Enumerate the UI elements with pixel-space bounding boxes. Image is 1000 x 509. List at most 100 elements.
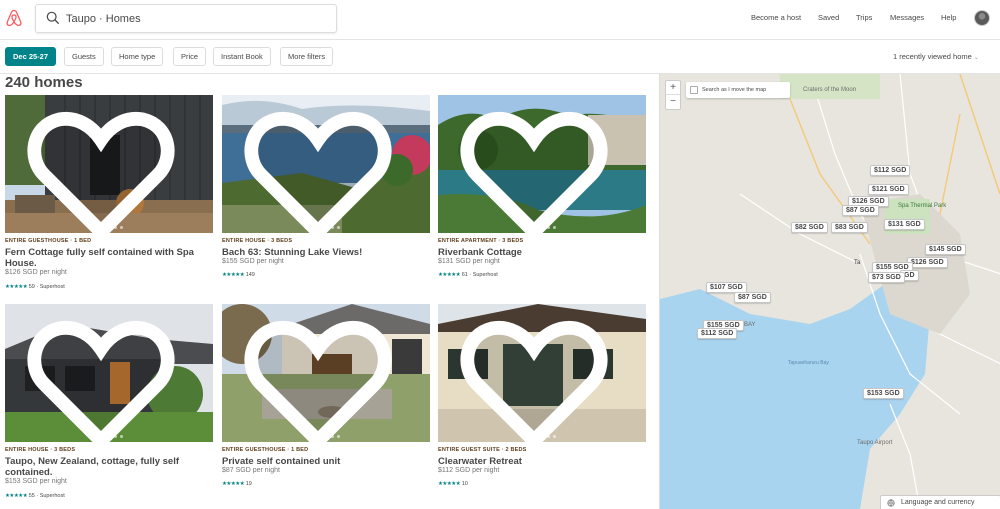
zoom-in-button[interactable]: + [666, 81, 680, 95]
listing-rating: ★★★★★ 59 · Superhost [5, 284, 65, 290]
photo-carousel-dots[interactable] [438, 435, 646, 438]
language-currency-label: Language and currency [901, 499, 975, 506]
price-pin[interactable]: $126 SGD [907, 257, 948, 268]
price-pin[interactable]: $153 SGD [863, 388, 904, 399]
listing-price: $112 SGD per night [438, 467, 499, 474]
language-currency-button[interactable]: Language and currency [880, 495, 1000, 509]
photo-carousel-dots[interactable] [5, 435, 213, 438]
star-rating-icon: ★★★★★ [438, 272, 461, 278]
price-pin[interactable]: $112 SGD [870, 165, 911, 176]
chevron-down-icon: ⌄ [973, 55, 979, 61]
heart-icon[interactable] [222, 312, 422, 442]
listing-type: ENTIRE GUESTHOUSE · 1 BED [222, 447, 309, 453]
price-pin[interactable]: $83 SGD [831, 222, 868, 233]
price-pin[interactable]: $112 SGD [697, 328, 738, 339]
listing-rating: ★★★★★ 149 [222, 272, 255, 278]
nav-become-a-host[interactable]: Become a host [751, 13, 801, 22]
listing-type: ENTIRE HOUSE · 3 BEDS [5, 447, 76, 453]
map-label-bay: Tapuaeharuru Bay [788, 360, 829, 366]
listing-type: ENTIRE GUESTHOUSE · 1 BED [5, 238, 92, 244]
heart-icon[interactable] [5, 103, 205, 233]
photo-carousel-dots[interactable] [438, 226, 646, 229]
avatar[interactable] [974, 10, 990, 26]
star-rating-icon: ★★★★★ [5, 493, 28, 499]
listing-title[interactable]: Riverbank Cottage [438, 247, 646, 258]
heart-icon[interactable] [222, 103, 422, 233]
listing-price: $87 SGD per night [222, 467, 280, 474]
listing-photo[interactable] [438, 304, 646, 442]
more-filters-button[interactable]: More filters [280, 47, 334, 66]
photo-carousel-dots[interactable] [222, 226, 430, 229]
listing-price-value: $131 SGD [438, 258, 471, 265]
map-label-town: Ta [854, 260, 861, 266]
map-zoom-control: + − [665, 80, 681, 110]
superhost-badge: · Superhost [34, 493, 65, 499]
search-bar[interactable] [35, 4, 337, 33]
guests-filter-button[interactable]: Guests [64, 47, 104, 66]
map-label-spa-thermal: Spa Thermal Park [898, 203, 947, 209]
listing-price-per: per night [252, 467, 280, 474]
price-pin[interactable]: $121 SGD [868, 184, 909, 195]
nav-help[interactable]: Help [941, 13, 956, 22]
price-filter-button[interactable]: Price [173, 47, 207, 66]
heart-icon[interactable] [5, 312, 205, 442]
nav-messages[interactable]: Messages [890, 13, 924, 22]
listing-price-value: $112 SGD [438, 467, 471, 474]
heart-icon[interactable] [438, 103, 638, 233]
listing-rating: ★★★★★ 61 · Superhost [438, 272, 498, 278]
top-header: Become a host Saved Trips Messages Help [0, 0, 1000, 40]
listing-type: ENTIRE HOUSE · 3 BEDS [222, 238, 293, 244]
dates-filter-button[interactable]: Dec 25-27 [5, 47, 57, 66]
search-as-map-moves-checkbox[interactable]: Search as I move the map [686, 82, 790, 98]
listing-price: $126 SGD per night [5, 269, 67, 276]
home-type-filter-button[interactable]: Home type [111, 47, 164, 66]
search-input[interactable] [66, 9, 326, 29]
photo-carousel-dots[interactable] [5, 226, 213, 229]
star-rating-icon: ★★★★★ [438, 481, 461, 487]
listing-price: $131 SGD per night [438, 258, 500, 265]
price-pin[interactable]: $82 SGD [791, 222, 828, 233]
listing-type: ENTIRE GUEST SUITE · 2 BEDS [438, 447, 527, 453]
star-rating-icon: ★★★★★ [222, 272, 245, 278]
search-icon [46, 11, 60, 25]
instant-book-filter-button[interactable]: Instant Book [213, 47, 271, 66]
filter-bar: Dec 25-27 Guests Home type Price Instant… [0, 40, 1000, 74]
listing-photo[interactable] [5, 304, 213, 442]
listing-photo[interactable] [222, 304, 430, 442]
map-label-craters: Craters of the Moon [803, 87, 857, 93]
photo-carousel-dots[interactable] [222, 435, 430, 438]
globe-icon [887, 499, 895, 507]
listing-price-per: per night [472, 258, 500, 265]
listing-rating: ★★★★★ 55 · Superhost [5, 493, 65, 499]
listing-price-per: per night [39, 478, 67, 485]
price-pin[interactable]: $87 SGD [734, 292, 771, 303]
listing-photo[interactable] [222, 95, 430, 233]
listing-price-value: $87 SGD [222, 467, 251, 474]
listing-title[interactable]: Taupo, New Zealand, cottage, fully self … [5, 456, 213, 478]
listing-price-value: $155 SGD [222, 258, 255, 265]
price-pin[interactable]: $73 SGD [868, 272, 905, 283]
review-count: 10 [461, 481, 468, 487]
price-pin[interactable]: $131 SGD [884, 219, 925, 230]
nav-saved[interactable]: Saved [818, 13, 839, 22]
nav-trips[interactable]: Trips [856, 13, 872, 22]
listing-price-per: per night [39, 269, 67, 276]
listing-title[interactable]: Bach 63: Stunning Lake Views! [222, 247, 430, 258]
listing-title[interactable]: Clearwater Retreat [438, 456, 646, 467]
listing-title[interactable]: Private self contained unit [222, 456, 430, 467]
airbnb-logo-icon[interactable] [6, 9, 22, 27]
recently-viewed-link[interactable]: 1 recently viewed home ⌄ [893, 52, 979, 61]
review-count: 149 [245, 272, 255, 278]
map-panel[interactable]: + − Search as I move the map Craters of … [659, 74, 1000, 509]
recently-viewed-label: 1 recently viewed home [893, 52, 972, 61]
listing-rating: ★★★★★ 10 [438, 481, 468, 487]
superhost-badge: · Superhost [467, 272, 498, 278]
listing-photo[interactable] [5, 95, 213, 233]
price-pin[interactable]: $145 SGD [925, 244, 966, 255]
listing-photo[interactable] [438, 95, 646, 233]
listing-title[interactable]: Fern Cottage fully self contained with S… [5, 247, 213, 269]
superhost-badge: · Superhost [34, 284, 65, 290]
price-pin[interactable]: $87 SGD [842, 205, 879, 216]
zoom-out-button[interactable]: − [666, 95, 680, 109]
heart-icon[interactable] [438, 312, 638, 442]
